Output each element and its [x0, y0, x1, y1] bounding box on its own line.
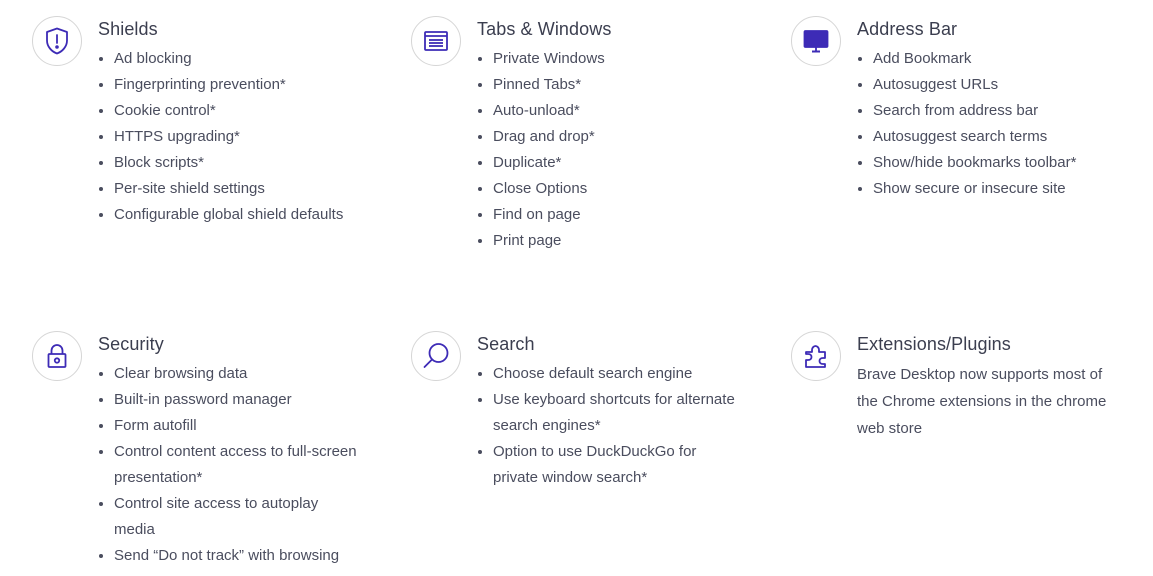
feature-shields-content: Shields Ad blocking Fingerprinting preve…: [98, 18, 360, 228]
feature-list: Choose default search engine Use keyboar…: [477, 361, 739, 491]
feature-list: Clear browsing data Built-in password ma…: [98, 361, 360, 576]
list-item: Search from address bar: [873, 98, 1119, 124]
list-item: Ad blocking: [114, 46, 360, 72]
list-item: Add Bookmark: [873, 46, 1119, 72]
feature-description: Brave Desktop now supports most of the C…: [857, 366, 1107, 437]
feature-search-content: Search Choose default search engine Use …: [477, 333, 739, 491]
feature-security-content: Security Clear browsing data Built-in pa…: [98, 333, 360, 576]
monitor-icon: [791, 16, 841, 66]
feature-title: Address Bar: [857, 19, 958, 39]
puzzle-piece-icon: [791, 331, 841, 381]
list-item: Find on page: [493, 202, 739, 228]
list-item: Control content access to full-screen pr…: [114, 439, 360, 491]
feature-extensions-content: Extensions/Plugins Brave Desktop now sup…: [857, 333, 1119, 442]
list-item: Per-site shield settings: [114, 176, 360, 202]
list-item: Block scripts*: [114, 150, 360, 176]
feature-tabs-content: Tabs & Windows Private Windows Pinned Ta…: [477, 18, 739, 254]
feature-list: Private Windows Pinned Tabs* Auto-unload…: [477, 46, 739, 254]
browser-window-icon: [411, 16, 461, 66]
list-item: Clear browsing data: [114, 361, 360, 387]
list-item: Private Windows: [493, 46, 739, 72]
list-item: HTTPS upgrading*: [114, 124, 360, 150]
lock-icon: [32, 331, 82, 381]
list-item: Form autofill: [114, 413, 360, 439]
list-item: Configurable global shield defaults: [114, 202, 360, 228]
feature-title: Extensions/Plugins: [857, 334, 1011, 354]
feature-title: Search: [477, 334, 535, 354]
feature-title: Shields: [98, 19, 158, 39]
list-item: Cookie control*: [114, 98, 360, 124]
features-page: Shields Ad blocking Fingerprinting preve…: [0, 0, 1153, 576]
feature-address-content: Address Bar Add Bookmark Autosuggest URL…: [857, 18, 1119, 202]
list-item: Drag and drop*: [493, 124, 739, 150]
feature-list: Ad blocking Fingerprinting prevention* C…: [98, 46, 360, 228]
list-item: Send “Do not track” with browsing reques…: [114, 543, 360, 576]
list-item: Show secure or insecure site: [873, 176, 1119, 202]
list-item: Show/hide bookmarks toolbar*: [873, 150, 1119, 176]
list-item: Print page: [493, 228, 739, 254]
feature-title: Tabs & Windows: [477, 19, 612, 39]
list-item: Auto-unload*: [493, 98, 739, 124]
magnifier-icon: [411, 331, 461, 381]
list-item: Control site access to autoplay media: [114, 491, 360, 543]
list-item: Built-in password manager: [114, 387, 360, 413]
list-item: Close Options: [493, 176, 739, 202]
list-item: Autosuggest URLs: [873, 72, 1119, 98]
shield-icon: [32, 16, 82, 66]
list-item: Option to use DuckDuckGo for private win…: [493, 439, 739, 491]
feature-title: Security: [98, 334, 164, 354]
feature-list: Add Bookmark Autosuggest URLs Search fro…: [857, 46, 1119, 202]
list-item: Duplicate*: [493, 150, 739, 176]
list-item: Autosuggest search terms: [873, 124, 1119, 150]
list-item: Fingerprinting prevention*: [114, 72, 360, 98]
list-item: Choose default search engine: [493, 361, 739, 387]
list-item: Pinned Tabs*: [493, 72, 739, 98]
list-item: Use keyboard shortcuts for alternate sea…: [493, 387, 739, 439]
